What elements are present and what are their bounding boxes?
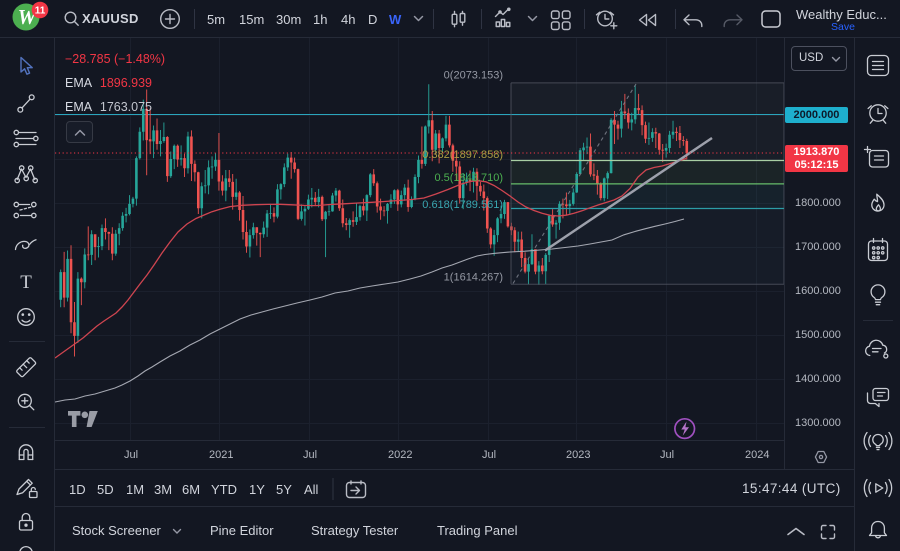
svg-text:0(2073.153): 0(2073.153): [444, 70, 503, 82]
svg-text:11: 11: [35, 6, 46, 17]
svg-text:0.618(1789.561): 0.618(1789.561): [422, 199, 503, 211]
svg-text:T: T: [20, 272, 32, 293]
svg-text:0.5(1843.710): 0.5(1843.710): [435, 172, 504, 184]
svg-text:1(1614.267): 1(1614.267): [444, 272, 503, 284]
svg-text:0.382(1897.858): 0.382(1897.858): [422, 149, 503, 161]
